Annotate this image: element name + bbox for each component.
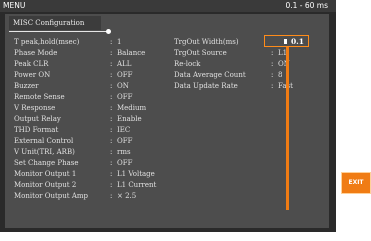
setting-value: L1 Voltage [117,170,155,178]
setting-value: L1 Current [117,181,157,189]
edit-cursor [284,39,287,44]
setting-label: Power ON [14,71,51,79]
separator: : [110,93,113,101]
setting-label: THD Format [14,126,59,134]
setting-value: 1 [117,38,122,46]
setting-label: TrgOut Width(ms) [174,38,239,46]
setting-value: OFF [117,93,133,101]
setting-label: Peak CLR [14,60,49,68]
separator: : [110,192,113,200]
separator: : [110,49,113,57]
separator: : [110,71,113,79]
separator: : [110,38,113,46]
setting-label: Remote Sense [14,93,65,101]
separator: : [110,82,113,90]
exit-button[interactable]: EXIT [341,172,371,194]
callout-pointer-line [286,47,289,210]
setting-label: Monitor Output 1 [14,170,77,178]
separator: : [271,71,274,79]
setting-value: ALL [117,60,132,68]
separator: : [110,159,113,167]
setting-label: Monitor Output Amp [14,192,88,200]
setting-label: Set Change Phase [14,159,79,167]
setting-value: OFF [117,159,133,167]
setting-value: × 2.5 [117,192,137,200]
setting-label: Output Relay [14,115,61,123]
separator: : [110,115,113,123]
setting-label: TrgOut Source [174,49,227,57]
setting-value: rms [117,148,131,156]
separator: : [110,181,113,189]
setting-label: Data Average Count [174,71,246,79]
setting-value: Balance [117,49,146,57]
setting-value: ON [117,82,129,90]
setting-label: T peak,hold(msec) [14,38,80,46]
setting-value: OFF [117,71,133,79]
setting-label: Re-lock [174,60,201,68]
setting-value: 8 [278,71,283,79]
setting-label: Buzzer [14,82,39,90]
setting-label: Monitor Output 2 [14,181,77,189]
setting-label: Phase Mode [14,49,58,57]
tab-misc-configuration[interactable]: MISC Configuration [9,16,101,30]
setting-label: V Unit(TRI, ARB) [14,148,75,156]
setting-value: Enable [117,115,142,123]
title-bar: MENU 0.1 - 60 ms [0,0,336,12]
setting-value: Medium [117,104,147,112]
tab-underline [9,31,109,32]
separator: : [271,49,274,57]
setting-value: OFF [117,137,133,145]
setting-label: Data Update Rate [174,82,238,90]
separator: : [271,60,274,68]
separator: : [110,170,113,178]
separator: : [110,137,113,145]
setting-value: IEC [117,126,131,134]
menu-title: MENU [3,1,26,10]
setting-label: External Control [14,137,74,145]
separator: : [110,104,113,112]
separator: : [110,126,113,134]
range-indicator: 0.1 - 60 ms [285,1,328,10]
separator: : [271,82,274,90]
trgout-width-value: 0.1 [290,37,304,46]
tab-indicator-dot [106,29,111,34]
setting-label: V Response [14,104,56,112]
separator: : [110,60,113,68]
separator: : [110,148,113,156]
